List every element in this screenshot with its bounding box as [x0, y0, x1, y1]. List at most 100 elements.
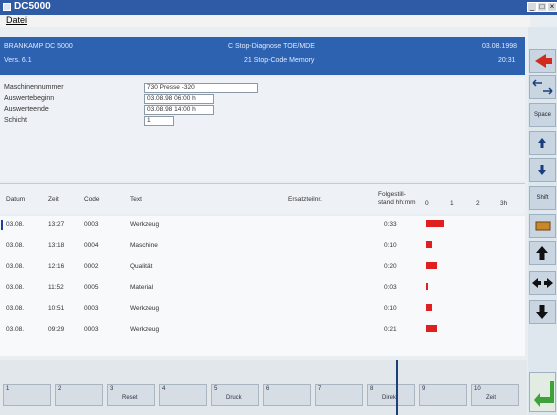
page-up-button[interactable]	[529, 241, 556, 265]
cell-time: 13:27	[48, 221, 65, 228]
menu-bar: Datei	[0, 15, 530, 27]
cell-code: 0005	[84, 284, 99, 291]
cell-text: Werkzeug	[130, 326, 160, 333]
menu-item-datei[interactable]: Datei	[6, 15, 27, 25]
cell-code: 0002	[84, 263, 99, 270]
cell-code: 0004	[84, 242, 99, 249]
table-header: Datum Zeit Code Text Ersatzteilnr. Folge…	[0, 183, 525, 214]
f6-key[interactable]: 6	[263, 384, 311, 406]
end-field[interactable]: 03.08.98 14:00 h	[144, 105, 214, 115]
up-small-button[interactable]	[529, 131, 556, 155]
cell-date: 03.08.	[6, 326, 25, 333]
cell-text: Maschine	[130, 242, 158, 249]
cell-time: 09:29	[48, 326, 65, 333]
cell-duration: 0:20	[384, 263, 397, 270]
down-arrow-icon	[538, 165, 546, 175]
app-icon	[3, 3, 11, 11]
start-label: Auswertebeginn	[4, 95, 55, 102]
cell-date: 03.08.	[6, 284, 25, 291]
left-right-button[interactable]	[529, 271, 556, 295]
header-date: 03.08.1998	[482, 43, 518, 50]
fkey-number: 3	[110, 386, 114, 392]
cell-text: Material	[130, 284, 154, 291]
table-row[interactable]: 03.08. 11:52 0005 Material 0:03	[0, 279, 525, 297]
duration-bar	[426, 283, 428, 290]
page-down-button[interactable]	[529, 300, 556, 324]
minimize-button[interactable]: _	[527, 2, 537, 12]
cell-date: 03.08.	[6, 242, 25, 249]
title-bar: DC5000 _ □ ×	[0, 0, 557, 15]
red-arrow-button[interactable]	[529, 49, 556, 73]
f4-key[interactable]: 4	[159, 384, 207, 406]
f2-key[interactable]: 2	[55, 384, 103, 406]
filter-form: Maschinennummer 730 Presse -320 Auswerte…	[0, 77, 525, 181]
fkey-label: Reset	[122, 395, 138, 401]
close-button[interactable]: ×	[547, 2, 557, 12]
duration-bar	[426, 304, 432, 311]
shift-field[interactable]: 1	[144, 116, 174, 126]
duration-bar	[426, 262, 437, 269]
enter-button[interactable]	[529, 372, 556, 412]
col-stand-2: stand hh:mm	[378, 199, 416, 206]
fkey-label: Zeit	[486, 395, 497, 401]
f7-key[interactable]: 7	[315, 384, 363, 406]
maximize-button[interactable]: □	[537, 2, 547, 12]
table-row[interactable]: 03.08. 12:16 0002 Qualität 0:20	[0, 258, 525, 276]
tab-arrows-icon	[532, 79, 553, 95]
table-row[interactable]: 03.08. 13:18 0004 Maschine 0:10	[0, 237, 525, 255]
start-field[interactable]: 03.08.98 06:00 h	[144, 94, 214, 104]
f1-key[interactable]: 1	[3, 384, 51, 406]
table-row[interactable]: 03.08. 09:29 0003 Werkzeug 0:21	[0, 321, 525, 339]
f5-key[interactable]: 5 Druck	[211, 384, 259, 406]
function-key-bar: 1 2 3 Reset 4 5 Druck 6 7 8 Direkt 9 10 Zeit	[0, 360, 527, 415]
cell-date: 03.08.	[6, 221, 25, 228]
keyboard-button[interactable]	[529, 214, 556, 238]
fkey-number: 1	[6, 386, 10, 392]
machine-label: Maschinennummer	[4, 84, 64, 91]
shift-button[interactable]: Shift	[529, 186, 556, 210]
cell-date: 03.08.	[6, 305, 25, 312]
cell-duration: 0:10	[384, 242, 397, 249]
duration-bar	[426, 325, 437, 332]
fkey-number: 8	[370, 386, 374, 392]
cell-code: 0003	[84, 221, 99, 228]
scale-0: 0	[425, 200, 429, 207]
cell-date: 03.08.	[6, 263, 25, 270]
end-label: Auswerteende	[4, 106, 49, 113]
pointer-line	[396, 360, 398, 415]
space-button[interactable]: Space	[529, 103, 556, 127]
window-title: DC5000	[14, 1, 51, 12]
col-date: Datum	[6, 196, 26, 203]
machine-field[interactable]: 730 Presse -320	[144, 83, 258, 93]
f3-key[interactable]: 3 Reset	[107, 384, 155, 406]
f9-key[interactable]: 9	[419, 384, 467, 406]
cell-duration: 0:33	[384, 221, 397, 228]
left-right-arrow-icon	[532, 278, 553, 288]
header-screen: 21 Stop-Code Memory	[244, 57, 315, 64]
fkey-number: 2	[58, 386, 62, 392]
fkey-number: 5	[214, 386, 218, 392]
tab-arrows-button[interactable]	[529, 75, 556, 99]
cell-text: Werkzeug	[130, 221, 160, 228]
col-code: Code	[84, 196, 100, 203]
duration-bar	[426, 241, 432, 248]
fkey-number: 4	[162, 386, 166, 392]
f8-key[interactable]: 8 Direkt	[367, 384, 415, 406]
side-panel: Space Shift	[528, 27, 557, 415]
cell-code: 0003	[84, 305, 99, 312]
duration-bar	[426, 220, 444, 227]
cell-duration: 0:03	[384, 284, 397, 291]
fkey-number: 6	[266, 386, 270, 392]
info-header: BRANKAMP DC 5000 Vers. 6.1 C Stop-Diagno…	[0, 37, 525, 75]
down-small-button[interactable]	[529, 158, 556, 182]
header-time: 20:31	[498, 57, 516, 64]
col-stand-1: Folgestill-	[378, 191, 406, 198]
fkey-label: Druck	[226, 395, 242, 401]
table-row[interactable]: 03.08. 13:27 0003 Werkzeug 0:33	[0, 216, 525, 234]
col-part: Ersatzteilnr.	[288, 196, 322, 203]
fkey-number: 9	[422, 386, 426, 392]
f10-key[interactable]: 10 Zeit	[471, 384, 519, 406]
keyboard-icon	[535, 221, 551, 231]
enter-arrow-icon	[534, 381, 554, 407]
table-row[interactable]: 03.08. 10:51 0003 Werkzeug 0:10	[0, 300, 525, 318]
